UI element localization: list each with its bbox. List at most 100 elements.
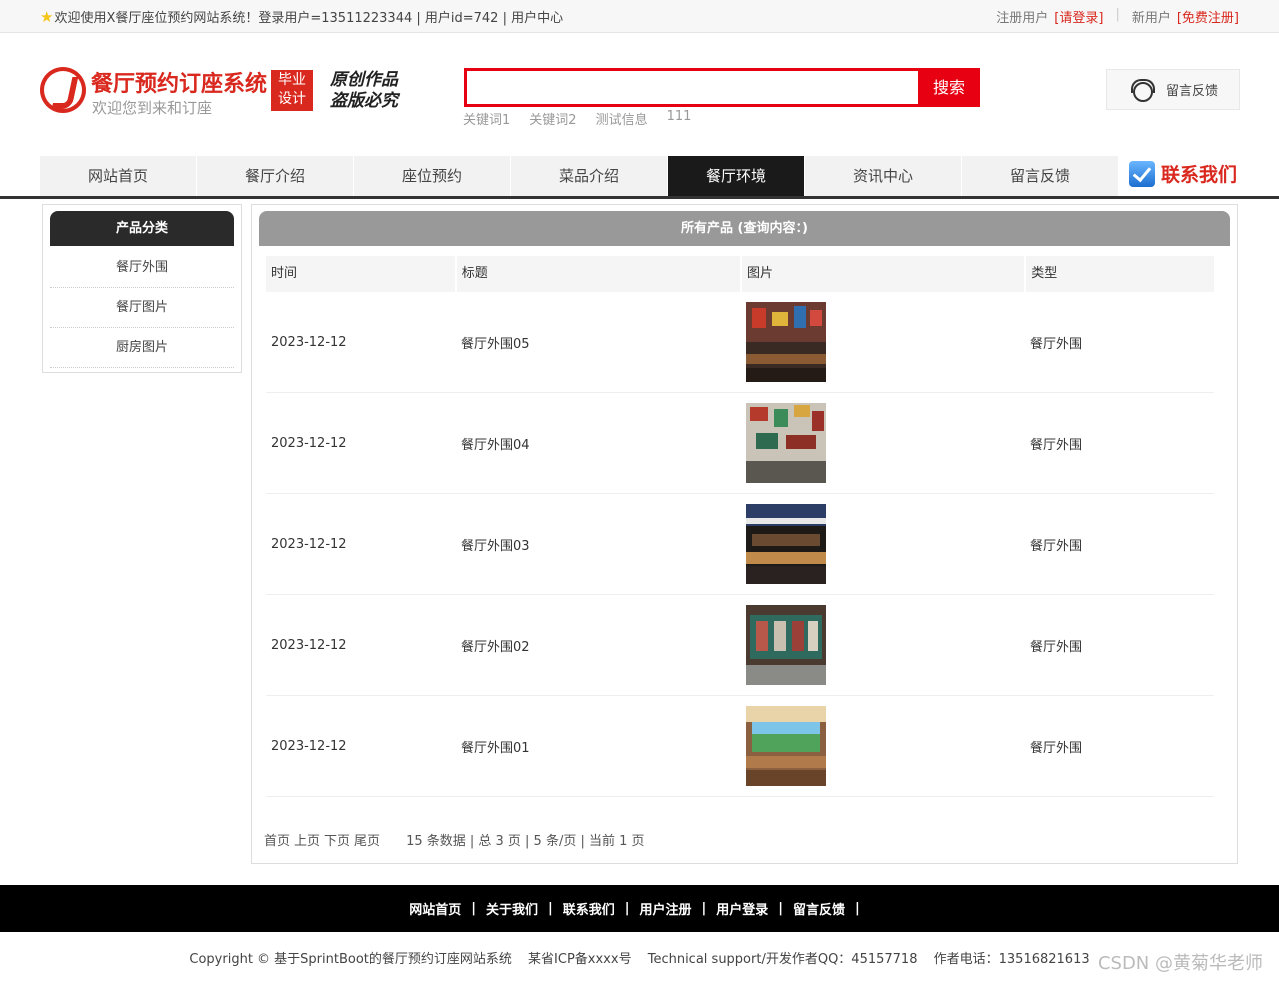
row-type: 餐厅外围	[1030, 437, 1083, 453]
pager-summary: 15 条数据 | 总 3 页 | 5 条/页 | 当前 1 页	[406, 834, 645, 849]
footer-link-login[interactable]: 用户登录	[716, 899, 768, 918]
nav-item-environment[interactable]: 餐厅环境	[668, 156, 805, 196]
category-item-kitchen[interactable]: 厨房图片	[50, 328, 234, 368]
divider: |	[855, 901, 860, 916]
restaurant-photo[interactable]	[746, 706, 826, 786]
badge-line-2: 设计	[278, 91, 306, 107]
nav-item-reservation[interactable]: 座位预约	[354, 156, 511, 196]
table-row: 2023-12-12 餐厅外围03 餐厅外围	[266, 494, 1214, 595]
divider: |	[547, 901, 553, 916]
slogan-line-2: 盗版必究	[330, 91, 398, 111]
copyright-text: Copyright © 基于SprintBoot的餐厅预约订座网站系统	[189, 952, 512, 967]
row-title[interactable]: 餐厅外围01	[456, 737, 741, 756]
footer-link-about[interactable]: 关于我们	[486, 899, 538, 918]
category-item-photos[interactable]: 餐厅图片	[50, 288, 234, 328]
row-title[interactable]: 餐厅外围05	[456, 333, 741, 352]
row-title[interactable]: 餐厅外围02	[456, 636, 741, 655]
pager-first[interactable]: 首页	[264, 830, 290, 849]
footer-link-home[interactable]: 网站首页	[409, 899, 461, 918]
nav-item-news[interactable]: 资讯中心	[805, 156, 962, 196]
footer-link-contact[interactable]: 联系我们	[563, 899, 615, 918]
pager-last[interactable]: 尾页	[354, 830, 380, 849]
restaurant-photo[interactable]	[746, 504, 826, 584]
badge-line-1: 毕业	[278, 72, 306, 88]
row-time: 2023-12-12	[271, 637, 347, 653]
keyword-link[interactable]: 关键词2	[529, 109, 576, 128]
table-header: 时间 标题 图片 类型	[266, 256, 1214, 292]
feedback-button[interactable]: 留言反馈	[1106, 69, 1240, 110]
table-row: 2023-12-12 餐厅外围01 餐厅外围	[266, 696, 1214, 797]
footer-link-feedback[interactable]: 留言反馈	[793, 899, 845, 918]
graduation-badge: 毕业 设计	[271, 70, 313, 111]
row-image-cell	[741, 706, 1025, 786]
nav-item-home[interactable]: 网站首页	[40, 156, 197, 196]
check-icon	[1129, 160, 1155, 187]
row-time: 2023-12-12	[271, 435, 347, 451]
search-button[interactable]: 搜索	[918, 68, 980, 107]
restaurant-photo[interactable]	[746, 302, 826, 382]
row-title[interactable]: 餐厅外围03	[456, 535, 741, 554]
slogan: 原创作品 盗版必究	[330, 70, 398, 112]
row-image-cell	[741, 403, 1025, 483]
table-body: 2023-12-12 餐厅外围05 餐厅外围 2023-12-12 餐厅外围04	[266, 292, 1214, 797]
row-type: 餐厅外围	[1030, 538, 1083, 554]
star-icon: ★	[40, 7, 54, 26]
support-text: Technical support/开发作者QQ：45157718	[647, 952, 918, 967]
divider: |	[624, 901, 630, 916]
sidebar-title: 产品分类	[50, 211, 234, 246]
row-type: 餐厅外围	[1030, 639, 1083, 655]
restaurant-photo[interactable]	[746, 403, 826, 483]
row-image-cell	[741, 504, 1025, 584]
site-subtitle: 欢迎您到来和订座	[92, 99, 213, 117]
row-type: 餐厅外围	[1030, 740, 1083, 756]
hot-keywords: 关键词1 关键词2 测试信息 111	[463, 109, 691, 128]
search-input[interactable]	[464, 68, 918, 107]
slogan-line-1: 原创作品	[330, 70, 398, 90]
phone-text: 作者电话：13516821613	[933, 952, 1090, 967]
row-image-cell	[741, 302, 1025, 382]
main-nav: 网站首页 餐厅介绍 座位预约 菜品介绍 餐厅环境 资讯中心 留言反馈	[40, 156, 1119, 196]
nav-item-dishes[interactable]: 菜品介绍	[511, 156, 668, 196]
contact-us-link[interactable]: 联系我们	[1129, 160, 1237, 187]
keyword-link[interactable]: 关键词1	[463, 109, 510, 128]
pager-next[interactable]: 下页	[324, 830, 350, 849]
top-bar: ★ 欢迎使用X餐厅座位预约网站系统！登录用户=13511223344 | 用户i…	[0, 0, 1279, 33]
pagination: 首页 上页 下页 尾页 15 条数据 | 总 3 页 | 5 条/页 | 当前 …	[264, 830, 645, 849]
site-title[interactable]: 餐厅预约订座系统	[91, 66, 267, 98]
nav-divider	[0, 196, 1279, 199]
nav-item-intro[interactable]: 餐厅介绍	[197, 156, 354, 196]
restaurant-photo[interactable]	[746, 605, 826, 685]
row-time: 2023-12-12	[271, 334, 347, 350]
login-link[interactable]: [请登录]	[1054, 7, 1103, 26]
category-item-exterior[interactable]: 餐厅外围	[50, 248, 234, 288]
product-panel: 所有产品 (查询内容：) 时间 标题 图片 类型 2023-12-12 餐厅外围…	[251, 204, 1238, 864]
watermark: CSDN @黄菊华老师	[1097, 953, 1263, 974]
pager-prev[interactable]: 上页	[294, 830, 320, 849]
category-list: 餐厅外围 餐厅图片 厨房图片	[50, 248, 234, 368]
register-link[interactable]: [免费注册]	[1177, 7, 1239, 26]
row-type: 餐厅外围	[1030, 336, 1083, 352]
account-links: 注册用户 [请登录] | 新用户 [免费注册]	[996, 7, 1239, 26]
table-row: 2023-12-12 餐厅外围05 餐厅外围	[266, 292, 1214, 393]
row-title[interactable]: 餐厅外围04	[456, 434, 741, 453]
pager-spacer	[384, 830, 402, 849]
keyword-link[interactable]: 111	[667, 109, 692, 128]
divider: |	[471, 901, 476, 916]
copyright-bar: Copyright © 基于SprintBoot的餐厅预约订座网站系统 某省IC…	[0, 948, 1279, 967]
column-header-type: 类型	[1026, 256, 1214, 292]
divider: |	[701, 901, 707, 916]
nav-item-feedback[interactable]: 留言反馈	[962, 156, 1119, 196]
keyword-link[interactable]: 测试信息	[596, 109, 648, 128]
row-image-cell	[741, 605, 1025, 685]
logo-icon[interactable]	[40, 67, 86, 113]
category-sidebar: 产品分类 餐厅外围 餐厅图片 厨房图片	[42, 204, 242, 373]
row-time: 2023-12-12	[271, 738, 347, 754]
column-header-title: 标题	[456, 256, 740, 292]
table-row: 2023-12-12 餐厅外围04 餐厅外围	[266, 393, 1214, 494]
row-time: 2023-12-12	[271, 536, 347, 552]
welcome-message: ★ 欢迎使用X餐厅座位预约网站系统！登录用户=13511223344 | 用户i…	[40, 7, 563, 27]
footer-link-register[interactable]: 用户注册	[640, 899, 692, 918]
registered-user-label: 注册用户	[996, 11, 1049, 26]
footer-nav: 网站首页 | 关于我们 | 联系我们 | 用户注册 | 用户登录 | 留言反馈 |	[0, 885, 1279, 932]
headset-icon	[1129, 78, 1155, 102]
